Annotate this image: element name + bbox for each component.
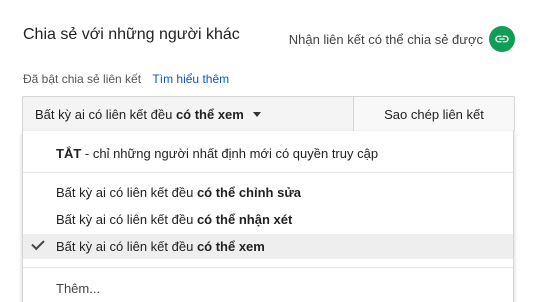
copy-link-button[interactable]: Sao chép liên kết <box>353 96 515 132</box>
menu-item-off-bold: TẮT <box>56 146 82 161</box>
access-level-prefix: Bất kỳ ai có liên kết đều <box>35 106 173 122</box>
access-level-value: Bất kỳ ai có liên kết đều có thể xem <box>35 107 244 122</box>
caret-down-icon <box>252 111 261 117</box>
menu-item-label: Bất kỳ ai có liên kết đều có thể chỉnh s… <box>56 185 301 200</box>
checkmark-icon <box>31 236 45 251</box>
access-level-dropdown[interactable]: Bất kỳ ai có liên kết đều có thể xem <box>23 97 353 131</box>
share-dialog: Chia sẻ với những người khác Nhận liên k… <box>0 0 537 302</box>
link-access-row: Bất kỳ ai có liên kết đều có thể xem Sao… <box>22 96 515 132</box>
menu-item-permission: có thể nhận xét <box>196 212 293 227</box>
menu-item-prefix: Bất kỳ ai có liên kết đều <box>56 239 194 254</box>
menu-item-can-comment[interactable]: Bất kỳ ai có liên kết đều có thể nhận xé… <box>23 207 513 232</box>
menu-item-permission: có thể chỉnh sửa <box>196 185 301 200</box>
get-shareable-link-label: Nhận liên kết có thể chia sẻ được <box>288 31 483 47</box>
link-sharing-status-text: Đã bật chia sẻ liên kết <box>23 72 142 86</box>
learn-more-link[interactable]: Tìm hiểu thêm <box>152 72 229 86</box>
menu-item-off-text: - chỉ những người nhất định mới có quyền… <box>81 146 379 161</box>
menu-item-prefix: Bất kỳ ai có liên kết đều <box>56 185 194 200</box>
menu-item-label: Bất kỳ ai có liên kết đều có thể nhận xé… <box>56 212 292 227</box>
menu-item-more[interactable]: Thêm... <box>23 276 513 301</box>
menu-item-can-view[interactable]: Bất kỳ ai có liên kết đều có thể xem <box>23 234 513 259</box>
dialog-title: Chia sẻ với những người khác <box>23 26 240 43</box>
menu-item-permission: có thể xem <box>196 239 265 254</box>
menu-item-label: Bất kỳ ai có liên kết đều có thể xem <box>56 239 265 254</box>
menu-divider <box>23 267 513 268</box>
menu-item-off-label: TẮT - chỉ những người nhất định mới có q… <box>56 146 378 161</box>
link-sharing-status: Đã bật chia sẻ liên kết Tìm hiểu thêm <box>23 72 229 86</box>
get-shareable-link-button[interactable]: Nhận liên kết có thể chia sẻ được <box>289 26 515 52</box>
menu-item-can-edit[interactable]: Bất kỳ ai có liên kết đều có thể chỉnh s… <box>23 180 513 205</box>
menu-divider <box>23 172 513 173</box>
access-level-permission: có thể xem <box>175 106 244 122</box>
menu-item-off[interactable]: TẮT - chỉ những người nhất định mới có q… <box>23 141 513 166</box>
link-icon[interactable] <box>489 26 515 52</box>
menu-item-more-label: Thêm... <box>56 281 101 296</box>
access-level-menu: TẮT - chỉ những người nhất định mới có q… <box>22 131 514 302</box>
menu-item-prefix: Bất kỳ ai có liên kết đều <box>56 212 194 227</box>
